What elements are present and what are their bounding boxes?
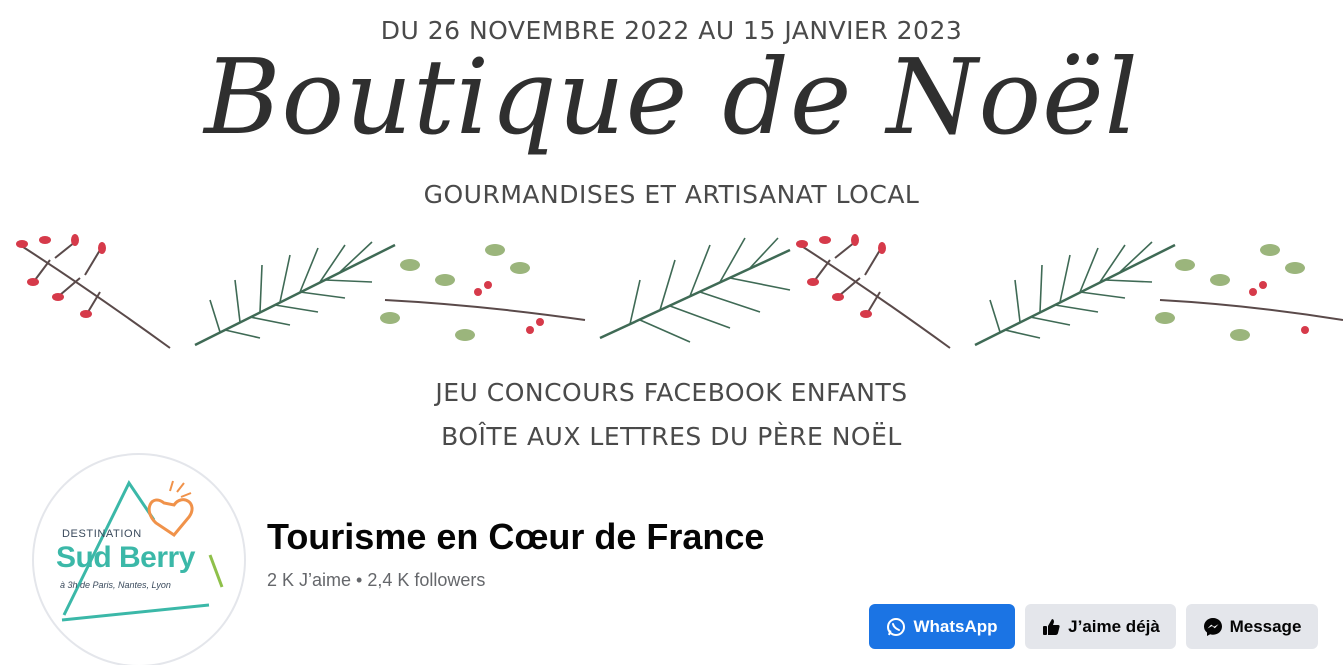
- whatsapp-icon: [887, 617, 906, 636]
- cover-script-title: Boutique de Noël: [204, 36, 1139, 158]
- page-title[interactable]: Tourisme en Cœur de France: [267, 516, 764, 558]
- message-button[interactable]: Message: [1186, 604, 1318, 649]
- whatsapp-label: WhatsApp: [913, 616, 998, 636]
- profile-avatar[interactable]: DESTINATION Sud Berry à 3h de Paris, Nan…: [34, 455, 244, 665]
- logo-destination: DESTINATION: [62, 528, 142, 540]
- cover-mailbox-line: BOÎTE AUX LETTRES DU PÈRE NOËL: [441, 422, 902, 451]
- berry-sprig: [19, 241, 171, 349]
- page-stats[interactable]: 2 K J’aime • 2,4 K followers: [267, 570, 485, 591]
- like-button[interactable]: J’aime déjà: [1025, 604, 1176, 649]
- like-label: J’aime déjà: [1068, 616, 1160, 636]
- thumbs-up-icon: [1043, 618, 1060, 635]
- cover-contest-line: JEU CONCOURS FACEBOOK ENFANTS: [435, 378, 908, 407]
- message-label: Message: [1229, 616, 1302, 636]
- garland-illustration: [16, 234, 1343, 349]
- cover-subtitle: GOURMANDISES ET ARTISANAT LOCAL: [423, 180, 920, 209]
- messenger-icon: [1203, 617, 1222, 636]
- logo-name: Sud Berry: [56, 541, 195, 574]
- logo-tagline: à 3h de Paris, Nantes, Lyon: [60, 580, 171, 590]
- whatsapp-button[interactable]: WhatsApp: [869, 604, 1015, 649]
- cover-photo[interactable]: DU 26 NOVEMBRE 2022 AU 15 JANVIER 2023 B…: [0, 0, 1343, 470]
